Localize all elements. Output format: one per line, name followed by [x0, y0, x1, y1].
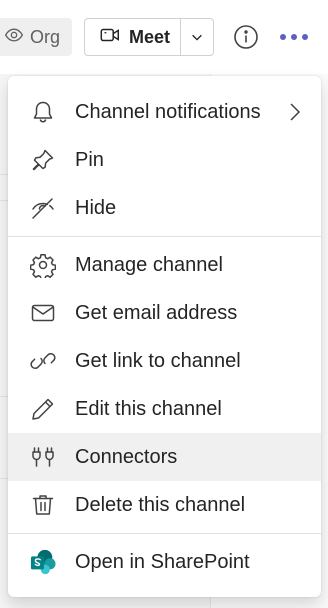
menu-item-open-in-sharepoint[interactable]: Open in SharePoint — [8, 538, 321, 586]
menu-item-label: Delete this channel — [75, 493, 246, 516]
pencil-icon — [30, 396, 56, 422]
meet-split-button: Meet — [84, 18, 214, 56]
meet-options-button[interactable] — [181, 19, 213, 55]
mail-icon — [30, 300, 56, 326]
menu-item-label: Channel notifications — [75, 100, 261, 123]
menu-item-label: Manage channel — [75, 253, 223, 276]
menu-item-connectors[interactable]: Connectors — [8, 433, 321, 481]
menu-item-pin[interactable]: Pin — [8, 136, 321, 184]
menu-item-label: Get link to channel — [75, 349, 241, 372]
bell-icon — [30, 99, 56, 125]
more-dot — [291, 34, 297, 40]
menu-item-delete-this-channel[interactable]: Delete this channel — [8, 481, 321, 529]
eye-off-icon — [30, 195, 56, 221]
menu-item-label: Open in SharePoint — [75, 550, 250, 573]
menu-divider — [8, 533, 321, 534]
menu-item-edit-this-channel[interactable]: Edit this channel — [8, 385, 321, 433]
info-icon — [233, 25, 259, 54]
menu-item-manage-channel[interactable]: Manage channel — [8, 241, 321, 289]
meet-label: Meet — [129, 26, 171, 47]
menu-item-label: Pin — [75, 148, 104, 171]
more-options-button[interactable] — [280, 26, 308, 48]
menu-item-label: Get email address — [75, 301, 238, 324]
menu-divider — [8, 236, 321, 237]
more-dot — [302, 34, 308, 40]
channel-info-button[interactable] — [233, 24, 259, 50]
menu-item-channel-notifications[interactable]: Channel notifications — [8, 88, 321, 136]
org-button[interactable]: Org — [0, 18, 72, 56]
channel-header: Org Meet — [0, 0, 328, 74]
plug-icon — [30, 444, 56, 470]
chevron-right-icon — [287, 101, 303, 123]
org-label: Org — [30, 26, 61, 47]
menu-item-get-email-address[interactable]: Get email address — [8, 289, 321, 337]
video-camera-icon — [99, 24, 121, 51]
menu-item-label: Edit this channel — [75, 397, 222, 420]
chevron-down-icon — [190, 30, 204, 44]
menu-item-hide[interactable]: Hide — [8, 184, 321, 232]
meet-button[interactable]: Meet — [85, 19, 181, 55]
pin-icon — [30, 147, 56, 173]
eye-icon — [4, 25, 24, 50]
menu-item-label: Hide — [75, 196, 117, 219]
channel-context-menu: Channel notifications Pin Hide Manage ch… — [8, 76, 321, 597]
sharepoint-icon — [30, 549, 56, 575]
more-dot — [280, 34, 286, 40]
link-icon — [30, 348, 56, 374]
menu-item-get-link-to-channel[interactable]: Get link to channel — [8, 337, 321, 385]
trash-icon — [30, 492, 56, 518]
menu-item-label: Connectors — [75, 445, 178, 468]
gear-icon — [30, 252, 56, 278]
